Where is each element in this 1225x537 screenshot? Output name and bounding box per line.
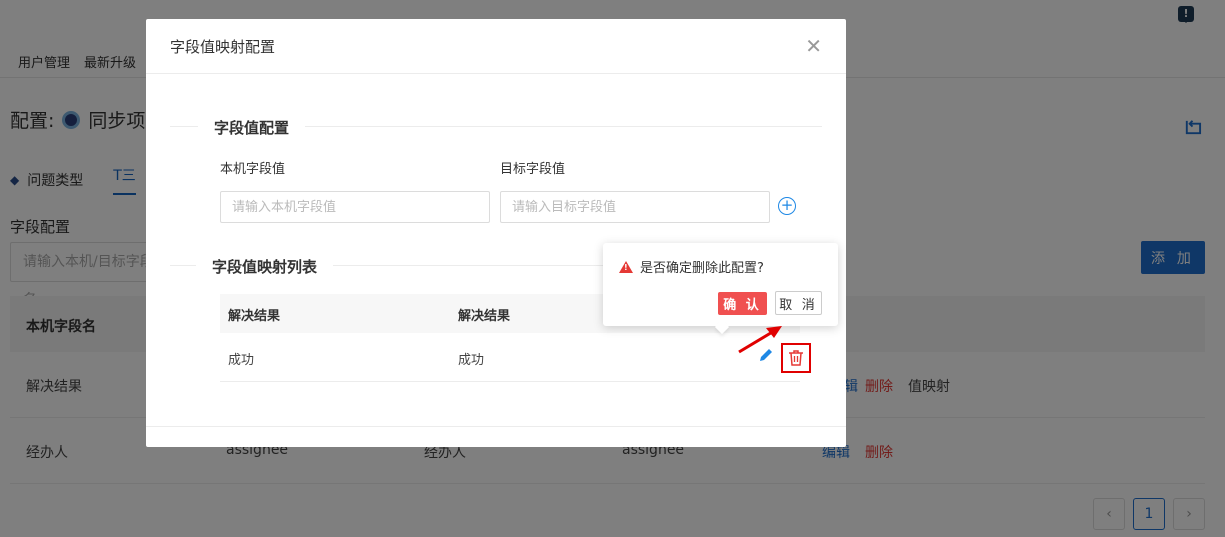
local-value-label: 本机字段值 bbox=[220, 162, 286, 177]
section-title-config: 字段值配置 bbox=[198, 117, 306, 138]
confirm-button[interactable]: 确 认 bbox=[718, 292, 767, 315]
modal-header: 字段值映射配置 ✕ bbox=[146, 19, 846, 74]
modal-title: 字段值映射配置 bbox=[170, 37, 276, 56]
cell-target-value: 成功 bbox=[458, 353, 485, 368]
add-circle-icon[interactable]: + bbox=[778, 197, 796, 215]
column-header-local: 解决结果 bbox=[228, 309, 281, 324]
popconfirm-message: ! 是否确定删除此配置? bbox=[619, 257, 764, 276]
column-header-target: 解决结果 bbox=[458, 309, 511, 324]
trash-icon bbox=[789, 350, 803, 366]
mapping-row: 成功 成功 bbox=[220, 333, 811, 382]
delete-popconfirm: ! 是否确定删除此配置? 确 认 取 消 bbox=[603, 243, 838, 326]
value-mapping-modal: 字段值映射配置 ✕ 字段值配置 本机字段值 目标字段值 + 字段值映射列表 解决… bbox=[146, 19, 846, 447]
annotation-arrow-icon bbox=[738, 326, 782, 354]
close-icon[interactable]: ✕ bbox=[805, 34, 822, 58]
section-title-list: 字段值映射列表 bbox=[196, 256, 334, 277]
popconfirm-text: 是否确定删除此配置? bbox=[640, 261, 764, 276]
warning-icon: ! bbox=[619, 260, 633, 273]
local-value-input[interactable] bbox=[220, 191, 490, 223]
target-value-label: 目标字段值 bbox=[500, 162, 566, 177]
cancel-button[interactable]: 取 消 bbox=[775, 291, 822, 315]
cell-local-value: 成功 bbox=[228, 353, 255, 368]
modal-footer-divider bbox=[146, 426, 846, 427]
target-value-input[interactable] bbox=[500, 191, 770, 223]
